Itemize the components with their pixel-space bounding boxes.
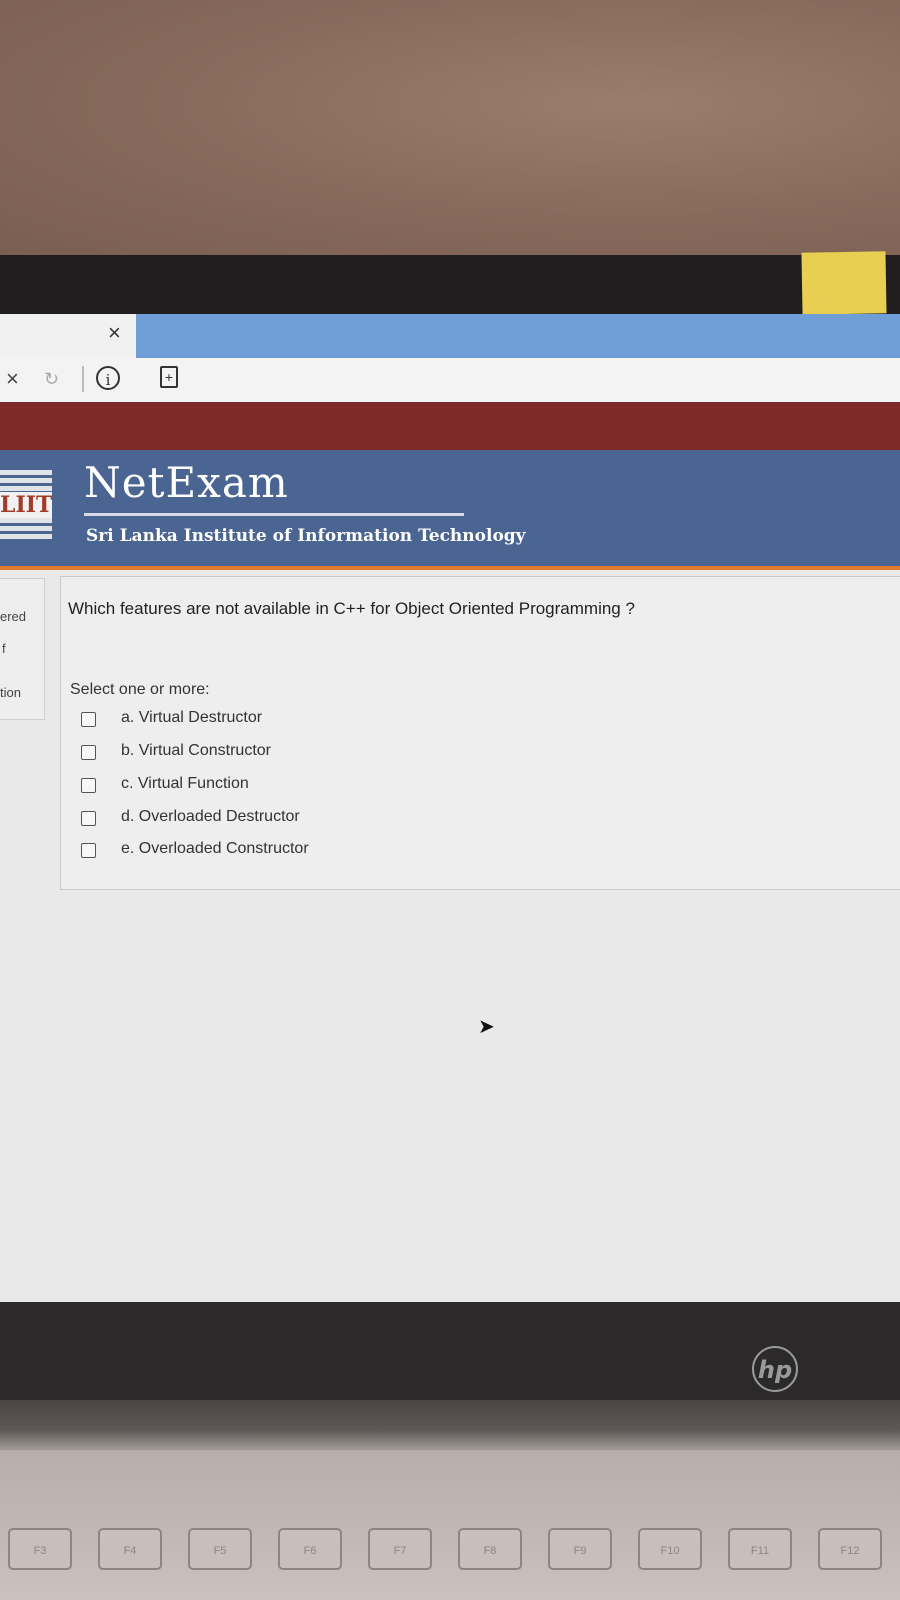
title-divider: [84, 513, 464, 516]
option-d-label[interactable]: d. Overloaded Destructor: [121, 808, 300, 826]
logo-text: LIIT: [0, 492, 53, 518]
page-document-icon[interactable]: +: [160, 366, 178, 388]
info-fragment-1: ered: [0, 609, 27, 624]
question-text: Which features are not available in C++ …: [68, 599, 635, 618]
option-d-checkbox[interactable]: [81, 811, 96, 826]
site-info-icon[interactable]: i: [96, 366, 120, 390]
browser-tab-strip: ×: [0, 314, 900, 358]
option-b-checkbox[interactable]: [81, 745, 96, 760]
browser-nav-bar: × ↻: [0, 358, 900, 402]
key-f8: F8: [458, 1528, 522, 1570]
hp-logo: hp: [752, 1346, 798, 1392]
toolbar-separator: [82, 366, 84, 392]
laptop-screen: × × ↻ i + LIIT NetExam Sri Lanka Institu…: [0, 314, 900, 1304]
background-wall: [0, 0, 900, 260]
key-f3: F3: [8, 1528, 72, 1570]
mouse-pointer-icon: ➤: [478, 1016, 495, 1038]
site-header: LIIT NetExam Sri Lanka Institute of Info…: [0, 450, 900, 568]
stop-icon[interactable]: ×: [6, 366, 19, 392]
site-title: NetExam: [84, 458, 289, 507]
site-top-bar: [0, 402, 900, 450]
question-info-panel: ered f tion: [0, 578, 45, 720]
option-a-checkbox[interactable]: [81, 712, 96, 727]
laptop-hinge: [0, 1400, 900, 1450]
key-f5: F5: [188, 1528, 252, 1570]
reload-icon[interactable]: ↻: [44, 369, 59, 390]
laptop-bezel-top: [0, 255, 900, 317]
header-accent-line: [0, 566, 900, 570]
info-fragment-3: tion: [0, 685, 21, 700]
option-a-label[interactable]: a. Virtual Destructor: [121, 709, 262, 727]
question-card: Which features are not available in C++ …: [60, 576, 900, 890]
option-e-label[interactable]: e. Overloaded Constructor: [121, 840, 309, 858]
laptop-keyboard-deck: [0, 1450, 900, 1600]
info-fragment-2: f: [2, 641, 6, 656]
select-prompt: Select one or more:: [70, 681, 210, 698]
browser-tab-strip-empty: [136, 314, 900, 358]
key-f7: F7: [368, 1528, 432, 1570]
site-subtitle: Sri Lanka Institute of Information Techn…: [86, 526, 526, 546]
key-f12: F12: [818, 1528, 882, 1570]
key-f11: F11: [728, 1528, 792, 1570]
key-f4: F4: [98, 1528, 162, 1570]
sticky-note: [801, 251, 887, 315]
option-b-label[interactable]: b. Virtual Constructor: [121, 742, 271, 760]
option-c-label[interactable]: c. Virtual Function: [121, 775, 249, 793]
key-f6: F6: [278, 1528, 342, 1570]
key-f10: F10: [638, 1528, 702, 1570]
option-e-checkbox[interactable]: [81, 843, 96, 858]
option-c-checkbox[interactable]: [81, 778, 96, 793]
browser-tab-active[interactable]: ×: [0, 314, 136, 358]
sliit-logo: LIIT: [0, 470, 52, 540]
close-tab-icon[interactable]: ×: [108, 320, 121, 346]
key-f9: F9: [548, 1528, 612, 1570]
